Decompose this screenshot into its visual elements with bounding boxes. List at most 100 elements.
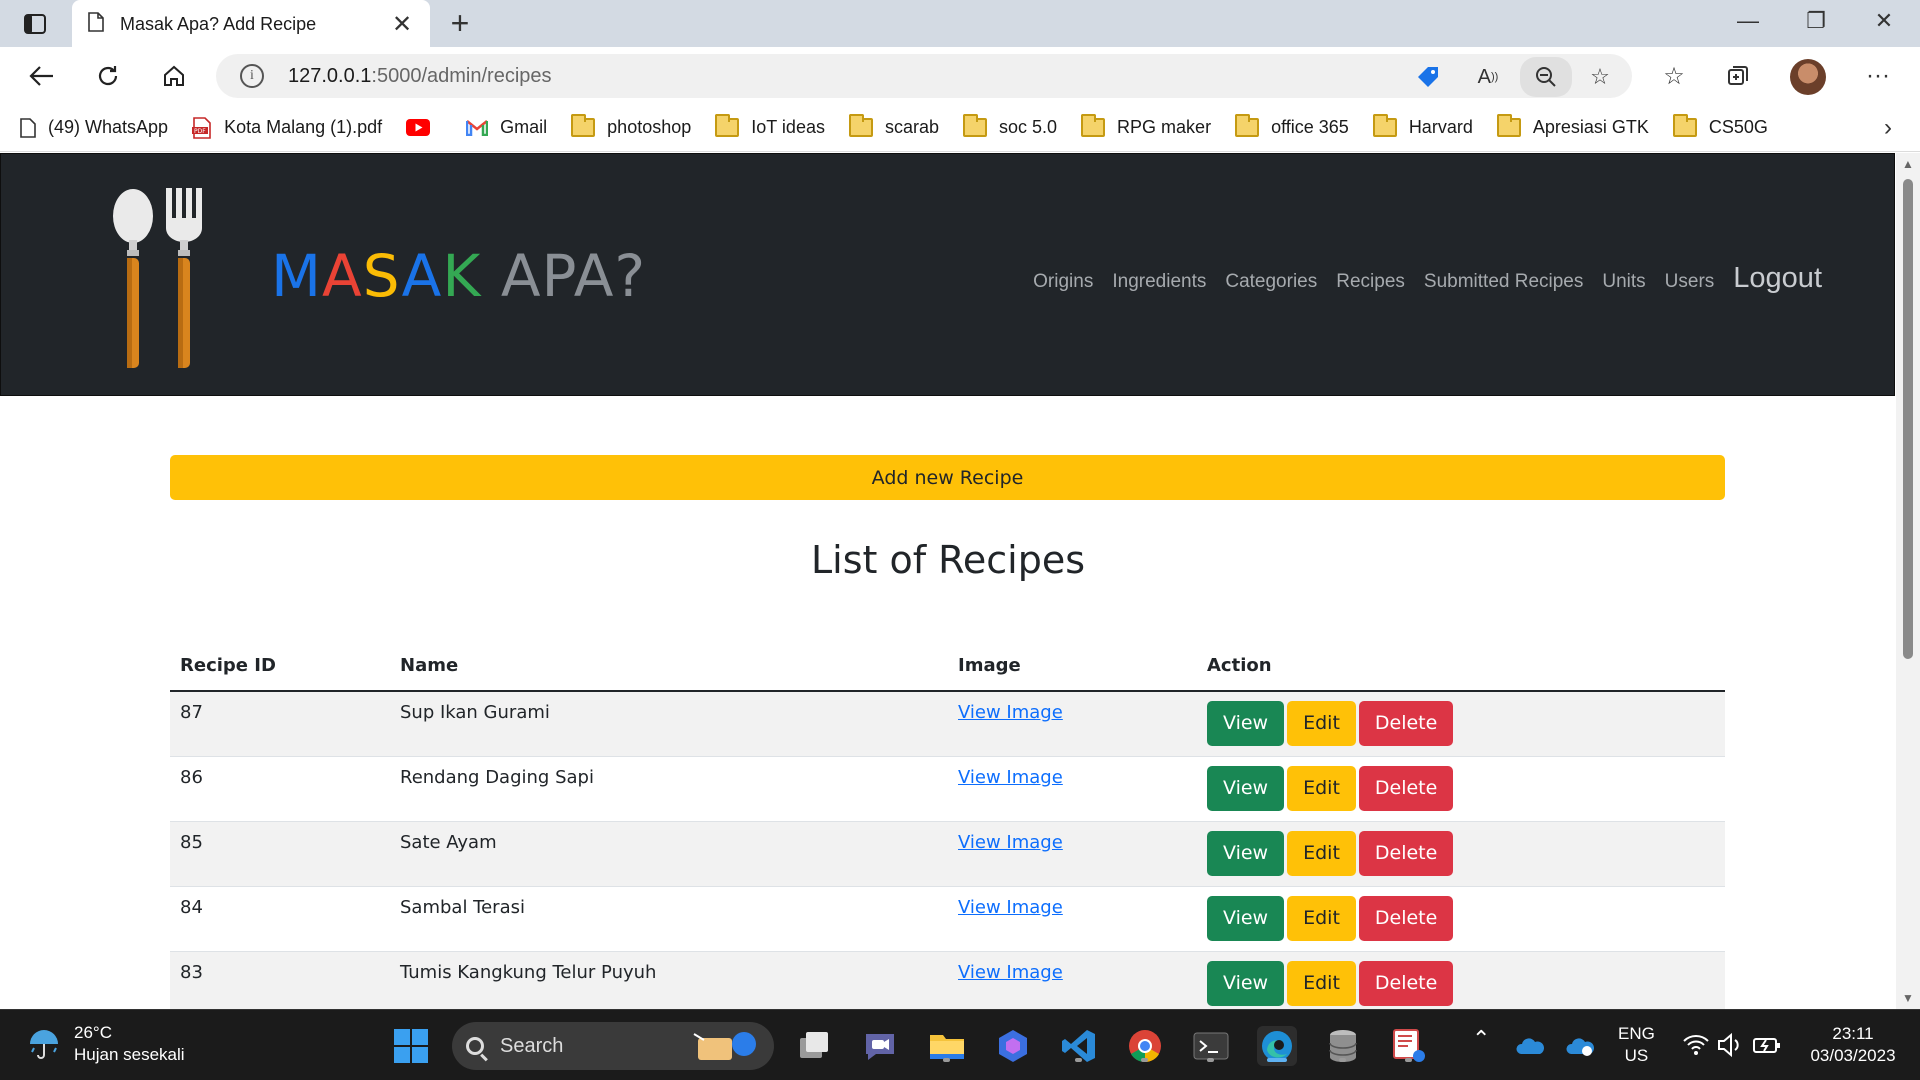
home-icon[interactable] xyxy=(154,60,194,92)
view-button[interactable]: View xyxy=(1207,765,1285,811)
chevron-right-icon[interactable]: › xyxy=(1884,114,1892,142)
delete-button[interactable]: Delete xyxy=(1358,960,1454,1006)
bookmark-folder-rpg[interactable]: RPG maker xyxy=(1081,114,1211,138)
edit-button[interactable]: Edit xyxy=(1287,895,1356,941)
profile-avatar[interactable] xyxy=(1790,59,1826,95)
nav-categories[interactable]: Categories xyxy=(1225,271,1317,293)
edge-icon[interactable] xyxy=(1257,1026,1297,1066)
bookmark-gmail[interactable]: Gmail xyxy=(466,117,547,138)
bookmark-folder-harvard[interactable]: Harvard xyxy=(1372,114,1473,138)
more-options-icon[interactable]: ··· xyxy=(1860,60,1896,92)
close-tab-icon[interactable]: ✕ xyxy=(390,10,414,39)
bookmark-label: office 365 xyxy=(1271,117,1349,137)
favorites-icon[interactable]: ☆ xyxy=(1656,60,1692,92)
terminal-icon[interactable] xyxy=(1191,1026,1231,1066)
bookmark-folder-iot[interactable]: IoT ideas xyxy=(715,114,825,138)
view-image-link[interactable]: View Image xyxy=(958,962,1063,983)
bookmark-label: photoshop xyxy=(607,117,692,137)
chrome-icon[interactable] xyxy=(1125,1026,1165,1066)
page-scrollbar[interactable]: ▲ ▼ xyxy=(1896,153,1920,1009)
header-name: Name xyxy=(390,641,948,692)
view-button[interactable]: View xyxy=(1207,701,1285,746)
teams-chat-icon[interactable] xyxy=(860,1026,900,1066)
view-image-link[interactable]: View Image xyxy=(958,832,1063,853)
edit-button[interactable]: Edit xyxy=(1287,765,1356,811)
tab-actions-icon[interactable] xyxy=(20,12,50,36)
restore-icon[interactable]: ❐ xyxy=(1792,8,1840,34)
brand-masak: MASAK xyxy=(271,242,481,310)
bookmark-label: soc 5.0 xyxy=(999,117,1058,137)
file-explorer-icon[interactable] xyxy=(927,1026,967,1066)
language-indicator[interactable]: ENG US xyxy=(1618,1023,1655,1067)
delete-button[interactable]: Delete xyxy=(1358,701,1454,746)
site-navbar: MASAK APA? Origins Ingredients Categorie… xyxy=(0,153,1895,396)
wifi-icon[interactable] xyxy=(1682,1032,1710,1058)
read-aloud-icon[interactable]: A)) xyxy=(1472,62,1504,92)
back-icon[interactable] xyxy=(22,60,62,92)
view-image-link[interactable]: View Image xyxy=(958,897,1063,918)
address-bar[interactable]: i 127.0.0.1:5000/admin/recipes A)) ☆ xyxy=(216,54,1632,98)
bookmark-youtube[interactable] xyxy=(406,119,442,136)
edit-button[interactable]: Edit xyxy=(1287,701,1356,746)
taskbar-search[interactable]: Search xyxy=(452,1022,774,1070)
bookmark-folder-photoshop[interactable]: photoshop xyxy=(571,114,692,138)
brand-title[interactable]: MASAK APA? xyxy=(271,242,646,310)
minimize-icon[interactable]: — xyxy=(1724,8,1772,34)
nav-ingredients[interactable]: Ingredients xyxy=(1112,271,1206,293)
delete-button[interactable]: Delete xyxy=(1358,830,1454,876)
scroll-thumb[interactable] xyxy=(1903,179,1913,659)
shopping-tag-icon[interactable] xyxy=(1412,62,1444,92)
bookmark-whatsapp[interactable]: (49) WhatsApp xyxy=(20,117,168,138)
delete-button[interactable]: Delete xyxy=(1358,765,1454,811)
view-image-link[interactable]: View Image xyxy=(958,767,1063,788)
onedrive-icon[interactable] xyxy=(1515,1034,1545,1058)
site-info-icon[interactable]: i xyxy=(240,64,264,88)
zoom-out-icon[interactable] xyxy=(1520,57,1572,97)
close-window-icon[interactable]: ✕ xyxy=(1860,8,1908,34)
view-button[interactable]: View xyxy=(1207,895,1285,941)
refresh-icon[interactable] xyxy=(88,60,128,92)
view-button[interactable]: View xyxy=(1207,960,1285,1006)
nav-users[interactable]: Users xyxy=(1665,271,1715,293)
copilot-icon[interactable] xyxy=(993,1026,1033,1066)
add-favorite-icon[interactable]: ☆ xyxy=(1584,62,1616,92)
bookmark-folder-apresiasi[interactable]: Apresiasi GTK xyxy=(1496,114,1649,138)
youtube-icon xyxy=(406,119,431,136)
bookmark-folder-office[interactable]: office 365 xyxy=(1235,114,1349,138)
battery-charging-icon[interactable] xyxy=(1752,1032,1782,1058)
bookmark-label: IoT ideas xyxy=(751,117,825,137)
add-recipe-button[interactable]: Add new Recipe xyxy=(170,455,1725,500)
nav-submitted-recipes[interactable]: Submitted Recipes xyxy=(1424,271,1583,293)
new-tab-icon[interactable]: + xyxy=(444,7,476,39)
scroll-down-icon[interactable]: ▼ xyxy=(1902,991,1914,1005)
folder-icon xyxy=(1235,114,1260,137)
weather-widget[interactable]: 26°C Hujan sesekali xyxy=(26,1022,185,1066)
onedrive-sync-icon[interactable] xyxy=(1565,1034,1595,1058)
header-action: Action xyxy=(1197,641,1725,692)
view-button[interactable]: View xyxy=(1207,830,1285,876)
task-view-icon[interactable] xyxy=(794,1026,834,1066)
nav-units[interactable]: Units xyxy=(1602,271,1645,293)
clock[interactable]: 23:11 03/03/2023 xyxy=(1798,1023,1908,1067)
snipping-tool-icon[interactable] xyxy=(1389,1026,1429,1066)
windows-start-icon[interactable] xyxy=(391,1026,431,1066)
database-icon[interactable] xyxy=(1323,1026,1363,1066)
view-image-link[interactable]: View Image xyxy=(958,702,1063,723)
nav-origins[interactable]: Origins xyxy=(1033,271,1093,293)
bookmark-folder-soc[interactable]: soc 5.0 xyxy=(963,114,1058,138)
scroll-up-icon[interactable]: ▲ xyxy=(1902,157,1914,171)
volume-icon[interactable] xyxy=(1716,1032,1744,1058)
edit-button[interactable]: Edit xyxy=(1287,830,1356,876)
edit-button[interactable]: Edit xyxy=(1287,960,1356,1006)
collections-icon[interactable] xyxy=(1720,60,1756,92)
vscode-icon[interactable] xyxy=(1059,1026,1099,1066)
delete-button[interactable]: Delete xyxy=(1358,895,1454,941)
bookmark-folder-scarab[interactable]: scarab xyxy=(848,114,939,138)
nav-logout[interactable]: Logout xyxy=(1733,262,1822,295)
clock-time: 23:11 xyxy=(1832,1024,1874,1043)
bookmark-pdf[interactable]: PDF Kota Malang (1).pdf xyxy=(192,116,382,139)
show-hidden-icons-icon[interactable]: ⌃ xyxy=(1472,1028,1490,1050)
bookmark-folder-cs50g[interactable]: CS50G xyxy=(1672,114,1768,138)
browser-tab-active[interactable]: Masak Apa? Add Recipe ✕ xyxy=(72,0,430,48)
nav-recipes[interactable]: Recipes xyxy=(1336,271,1405,293)
